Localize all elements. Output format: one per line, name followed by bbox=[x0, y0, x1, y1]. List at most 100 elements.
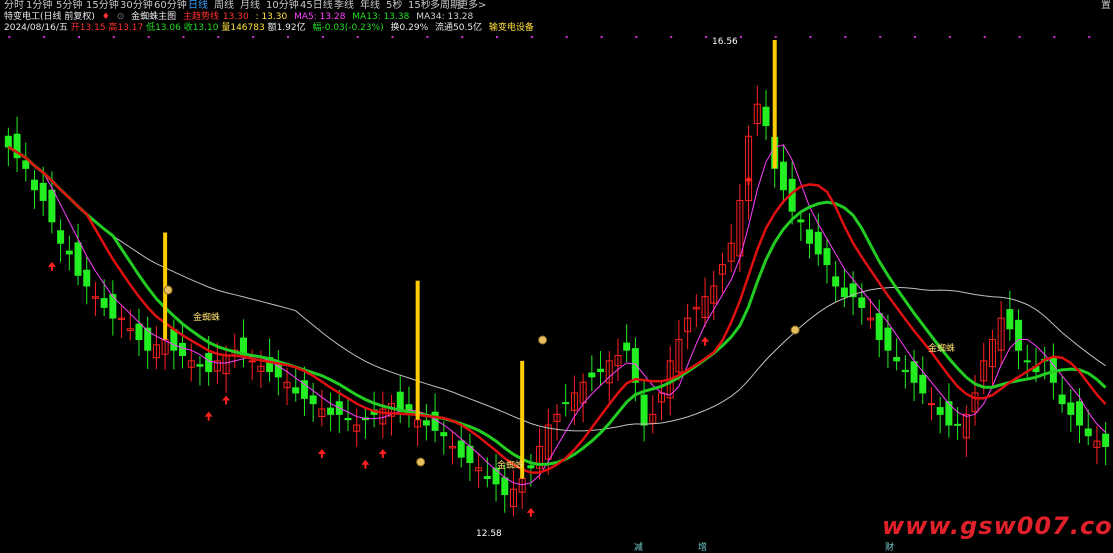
tab-6[interactable]: 日线 bbox=[188, 0, 208, 11]
candle-body bbox=[1084, 428, 1092, 437]
candle-body bbox=[396, 391, 404, 410]
signal-dot bbox=[8, 36, 11, 38]
candle-body bbox=[196, 364, 204, 367]
tab-11[interactable]: 季线 bbox=[334, 0, 354, 11]
tab-3[interactable]: 15分钟 bbox=[86, 0, 119, 11]
signal-bar bbox=[772, 40, 777, 169]
spider-signal-label: 金蜘蛛 bbox=[497, 461, 525, 471]
candle-body bbox=[797, 219, 805, 223]
signal-dot bbox=[635, 36, 638, 38]
buy-arrow-icon bbox=[222, 395, 231, 405]
candle-body bbox=[30, 179, 38, 191]
watermark: www.gsw007.com bbox=[882, 512, 1113, 540]
quote-close: 收13.10 bbox=[183, 23, 219, 33]
quote-low: 低13.06 bbox=[146, 23, 181, 33]
candle-body bbox=[179, 342, 187, 357]
tab-10[interactable]: 45日线 bbox=[300, 0, 333, 11]
ma13-value: MA13: 13.38 bbox=[352, 12, 410, 22]
candle-body bbox=[501, 477, 509, 496]
candle-body bbox=[292, 387, 300, 394]
quote-high: 高13.17 bbox=[108, 23, 144, 33]
tab-15[interactable]: 多周期 bbox=[430, 0, 460, 11]
period-toolbar: 分时 1分钟 5分钟 15分钟 30分钟 60分钟 日线 周线 月线 10分钟 45日线 季线 年线 5秒… bbox=[0, 0, 1113, 12]
tab-0[interactable]: 分时 bbox=[4, 0, 24, 11]
quote-volume: 量146783 bbox=[221, 23, 265, 33]
candle-body bbox=[483, 476, 491, 480]
buy-arrow-icon bbox=[204, 411, 213, 421]
candle-body bbox=[910, 361, 918, 383]
spider-signal-label: 金蜘蛛 bbox=[193, 313, 221, 323]
event-tag-increase[interactable]: 增 bbox=[698, 540, 707, 553]
signal-dot bbox=[321, 36, 324, 38]
candle-body bbox=[100, 298, 108, 308]
quote-amount: 额1.92亿 bbox=[267, 23, 306, 33]
tab-16[interactable]: 更多 bbox=[458, 0, 478, 11]
low-price-label: 12.58 bbox=[476, 529, 502, 539]
candle-body bbox=[344, 417, 352, 421]
indicator-name[interactable]: 金蜘蛛主图 bbox=[131, 12, 176, 23]
buy-arrow-icon bbox=[378, 449, 387, 458]
tab-5[interactable]: 60分钟 bbox=[154, 0, 187, 11]
tab-2[interactable]: 5分钟 bbox=[56, 0, 82, 11]
signal-dot bbox=[426, 36, 429, 38]
tab-7[interactable]: 周线 bbox=[214, 0, 234, 11]
signal-dot bbox=[670, 36, 673, 38]
signal-dot bbox=[1088, 36, 1091, 38]
candle-body bbox=[893, 357, 901, 362]
kline-chart[interactable] bbox=[0, 0, 1113, 550]
candle-body bbox=[954, 423, 962, 426]
candle-body bbox=[840, 287, 848, 298]
tab-9[interactable]: 10分钟 bbox=[266, 0, 299, 11]
signal-dot bbox=[914, 36, 917, 38]
candle-body bbox=[875, 313, 883, 340]
signal-dot bbox=[983, 36, 986, 38]
up-arrow-icon: ♦ bbox=[101, 12, 110, 22]
tab-14[interactable]: 15秒 bbox=[408, 0, 431, 11]
event-tag-reduce[interactable]: 减 bbox=[634, 540, 643, 553]
signal-dot bbox=[287, 36, 290, 38]
toolbar-right-tab[interactable]: 置 bbox=[1101, 0, 1111, 11]
quote-change: 幅-0.03(-0.23%) bbox=[312, 23, 384, 33]
signal-dot bbox=[1018, 36, 1021, 38]
candle-body bbox=[832, 276, 840, 287]
buy-arrow-icon bbox=[526, 507, 535, 517]
more-arrow-icon[interactable]: > bbox=[478, 0, 486, 11]
candle-body bbox=[65, 250, 73, 255]
signal-dot bbox=[496, 36, 499, 38]
tab-8[interactable]: 月线 bbox=[240, 0, 260, 11]
candle-body bbox=[144, 327, 152, 351]
candle-body bbox=[1015, 319, 1023, 351]
settings-icon[interactable]: ⊙ bbox=[117, 12, 125, 23]
tab-4[interactable]: 30分钟 bbox=[120, 0, 153, 11]
signal-dot bbox=[774, 36, 777, 38]
value-2: : 13.30 bbox=[255, 12, 288, 22]
ma34-line bbox=[8, 146, 1106, 432]
event-tag-finance[interactable]: 财 bbox=[885, 540, 894, 553]
candle-body bbox=[1102, 433, 1110, 447]
tab-13[interactable]: 5秒 bbox=[386, 0, 402, 11]
stock-title[interactable]: 特变电工(日线 前复权) bbox=[4, 12, 95, 23]
buy-arrow-icon bbox=[47, 261, 56, 271]
tab-12[interactable]: 年线 bbox=[360, 0, 380, 11]
main-trend-label: 主趋势线 bbox=[183, 12, 220, 22]
candle-body bbox=[1006, 309, 1014, 330]
signal-dot bbox=[252, 36, 255, 38]
buy-arrow-icon bbox=[361, 459, 370, 469]
main-trend-value: 13.30 bbox=[222, 12, 249, 22]
quote-sector[interactable]: 输变电设备 bbox=[489, 23, 534, 34]
candle-body bbox=[4, 135, 12, 148]
ma34-value: MA34: 13.28 bbox=[416, 12, 474, 22]
candle-body bbox=[884, 327, 892, 351]
candle-body bbox=[48, 189, 56, 223]
tab-1[interactable]: 1分钟 bbox=[26, 0, 52, 11]
candle-body bbox=[901, 369, 909, 373]
signal-dot bbox=[182, 36, 185, 38]
candle-body bbox=[823, 248, 831, 266]
candle-body bbox=[1067, 402, 1075, 415]
candle-body bbox=[309, 395, 317, 405]
signal-dot bbox=[461, 36, 464, 38]
candle-body bbox=[1058, 394, 1066, 405]
quote-float-cap: 流通50.5亿 bbox=[435, 23, 483, 33]
signal-dot bbox=[705, 36, 708, 38]
signal-dot bbox=[879, 36, 882, 38]
